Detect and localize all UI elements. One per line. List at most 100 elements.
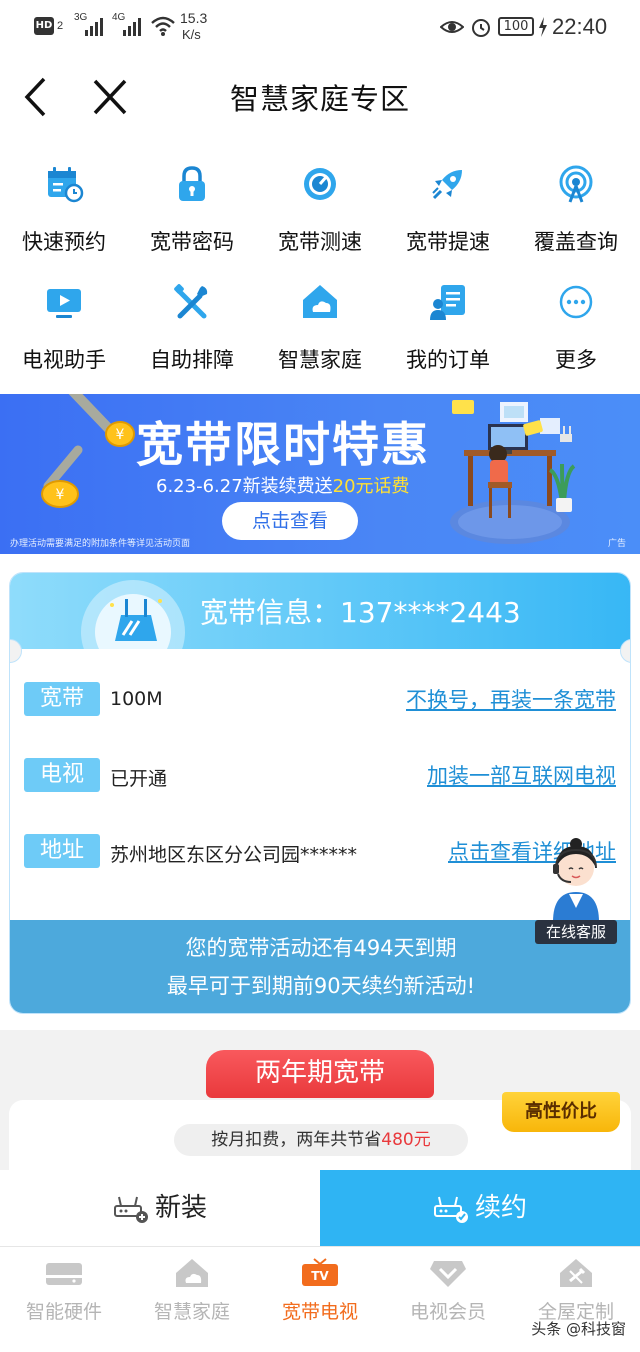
banner-subline-highlight: 20元话费 bbox=[332, 476, 410, 497]
new-install-label: 新装 bbox=[154, 1193, 207, 1223]
tv-play-icon bbox=[47, 289, 81, 318]
row-value: 100M bbox=[110, 688, 163, 710]
card-title: 宽带信息：137****2443 bbox=[200, 596, 521, 629]
renew-button[interactable]: 续约 bbox=[320, 1170, 640, 1246]
grid-item-label: 自助排障 bbox=[150, 348, 234, 372]
alarm-icon bbox=[472, 19, 490, 37]
plan-savings-note: 按月扣费，两年共节省480元 bbox=[174, 1124, 468, 1156]
hd-indicator: HD bbox=[34, 17, 54, 35]
battery-indicator: 100 bbox=[498, 17, 534, 36]
house-custom-icon bbox=[560, 1259, 592, 1287]
grid-item-smart-home[interactable]: 智慧家庭 bbox=[256, 258, 384, 376]
status-bar: HD 2 3G 4G 15.3 K/s 100 22:40 bbox=[0, 0, 640, 56]
grid-item-coverage-query[interactable]: 覆盖查询 bbox=[512, 140, 640, 258]
new-install-button[interactable]: 新装 bbox=[0, 1170, 320, 1246]
home-cloud-icon bbox=[176, 1259, 208, 1287]
grid-item-speed-test[interactable]: 宽带测速 bbox=[256, 140, 384, 258]
online-service-label: 在线客服 bbox=[535, 920, 617, 944]
router-add-icon bbox=[113, 1196, 148, 1223]
tab-label: 智能硬件 bbox=[25, 1301, 102, 1323]
grid-item-self-repair[interactable]: 自助排障 bbox=[128, 258, 256, 376]
header-bar: 智慧家庭专区 bbox=[0, 56, 640, 140]
svg-text:¥: ¥ bbox=[56, 487, 65, 503]
grid-item-tv-assistant[interactable]: 电视助手 bbox=[0, 258, 128, 376]
plan-note-highlight: 480元 bbox=[381, 1130, 431, 1150]
wifi-icon bbox=[151, 16, 175, 36]
grid-item-label: 快速预约 bbox=[22, 230, 106, 254]
add-broadband-link[interactable]: 不换号，再装一条宽带 bbox=[406, 684, 616, 714]
plan-ribbon: 两年期宽带 bbox=[206, 1050, 434, 1098]
tab-tv-membership[interactable]: 电视会员 bbox=[384, 1247, 512, 1352]
tab-smart-hardware[interactable]: 智能硬件 bbox=[0, 1247, 128, 1352]
online-service-button[interactable]: 在线客服 bbox=[535, 836, 617, 944]
tools-icon bbox=[174, 284, 208, 319]
card-header: 宽带信息：137****2443 bbox=[10, 573, 630, 649]
renewal-notice: 最早可于到期前90天续约新活动! bbox=[166, 974, 476, 998]
grid-item-label: 电视助手 bbox=[22, 348, 106, 372]
tab-label: 智慧家庭 bbox=[153, 1301, 230, 1323]
signal-coverage-icon bbox=[559, 165, 593, 203]
banner-illustration bbox=[450, 400, 576, 544]
promo-banner[interactable]: ¥ ¥ 宽带限时特惠 6.23-6.27新装续费送20元话费 点击查看 办理活动… bbox=[0, 394, 640, 554]
plan-note-prefix: 按月扣费，两年共节省 bbox=[211, 1130, 382, 1150]
hd-sub: 2 bbox=[57, 20, 64, 32]
row-value: 已开通 bbox=[110, 768, 168, 790]
grid-item-label: 宽带密码 bbox=[150, 230, 234, 254]
smart-home-icon bbox=[303, 285, 337, 318]
svg-text:¥: ¥ bbox=[116, 427, 125, 443]
signal-bars-icon bbox=[85, 18, 103, 36]
net-speed-value: 15.3 bbox=[180, 10, 208, 26]
value-badge: 高性价比 bbox=[502, 1092, 620, 1132]
tv-icon-text: TV bbox=[311, 1269, 329, 1283]
grid-item-my-orders[interactable]: 我的订单 bbox=[384, 258, 512, 376]
speedometer-icon bbox=[304, 168, 336, 200]
tab-broadband-tv[interactable]: TV 宽带电视 bbox=[256, 1247, 384, 1352]
grid-item-broadband-password[interactable]: 宽带密码 bbox=[128, 140, 256, 258]
row-tag: 宽带 bbox=[24, 682, 100, 716]
banner-cta-button[interactable]: 点击查看 bbox=[222, 502, 358, 540]
row-value: 苏州地区东区分公司园****** bbox=[110, 844, 358, 866]
tab-smart-home[interactable]: 智慧家庭 bbox=[128, 1247, 256, 1352]
banner-disclaimer: 办理活动需要满足的附加条件等详见活动页面 bbox=[10, 539, 191, 549]
clock-time: 22:40 bbox=[552, 14, 608, 39]
renew-label: 续约 bbox=[474, 1193, 527, 1223]
grid-item-label: 更多 bbox=[555, 348, 597, 372]
customer-service-agent-icon bbox=[553, 838, 599, 922]
hardware-icon bbox=[46, 1263, 82, 1285]
grid-item-label: 覆盖查询 bbox=[534, 230, 618, 254]
grid-item-label: 我的订单 bbox=[406, 348, 490, 372]
router-renew-icon bbox=[433, 1196, 468, 1223]
net-speed-unit: K/s bbox=[182, 27, 201, 42]
row-tag: 电视 bbox=[24, 758, 100, 792]
add-tv-link[interactable]: 加装一部互联网电视 bbox=[427, 760, 616, 790]
row-tag: 地址 bbox=[24, 834, 100, 868]
grid-item-label: 智慧家庭 bbox=[278, 348, 362, 372]
grid-item-label: 宽带提速 bbox=[406, 230, 490, 254]
more-dots-icon bbox=[559, 285, 593, 319]
eye-icon bbox=[440, 21, 464, 33]
tab-label: 电视会员 bbox=[409, 1301, 486, 1323]
tab-label: 宽带电视 bbox=[281, 1301, 358, 1323]
banner-subline-prefix: 6.23-6.27新装续费送 bbox=[156, 476, 333, 497]
router-icon bbox=[81, 580, 185, 649]
lock-icon bbox=[179, 166, 205, 201]
calendar-clock-icon bbox=[48, 167, 84, 203]
diamond-icon bbox=[430, 1261, 466, 1287]
rocket-icon bbox=[432, 170, 462, 200]
grid-item-quick-booking[interactable]: 快速预约 bbox=[0, 140, 128, 258]
grid-item-more[interactable]: 更多 bbox=[512, 258, 640, 376]
banner-subline: 6.23-6.27新装续费送20元话费 bbox=[156, 472, 410, 498]
order-list-icon bbox=[430, 285, 465, 320]
signal-bars-icon bbox=[123, 18, 141, 36]
banner-headline: 宽带限时特惠 bbox=[136, 418, 430, 473]
tv-icon: TV bbox=[302, 1258, 338, 1286]
page-title: 智慧家庭专区 bbox=[229, 82, 410, 116]
charging-bolt-icon bbox=[539, 17, 547, 37]
grid-item-label: 宽带测速 bbox=[278, 230, 362, 254]
action-bar: 新装 续约 bbox=[0, 1170, 640, 1246]
grid-item-speed-up[interactable]: 宽带提速 bbox=[384, 140, 512, 258]
watermark: 头条 @科技窗 bbox=[531, 1320, 626, 1338]
broadband-info-card: 宽带信息：137****2443 宽带 100M 不换号，再装一条宽带 电视 已… bbox=[9, 572, 631, 1014]
card-notch-right bbox=[620, 639, 630, 663]
falling-coin-icon: ¥ bbox=[41, 445, 83, 508]
